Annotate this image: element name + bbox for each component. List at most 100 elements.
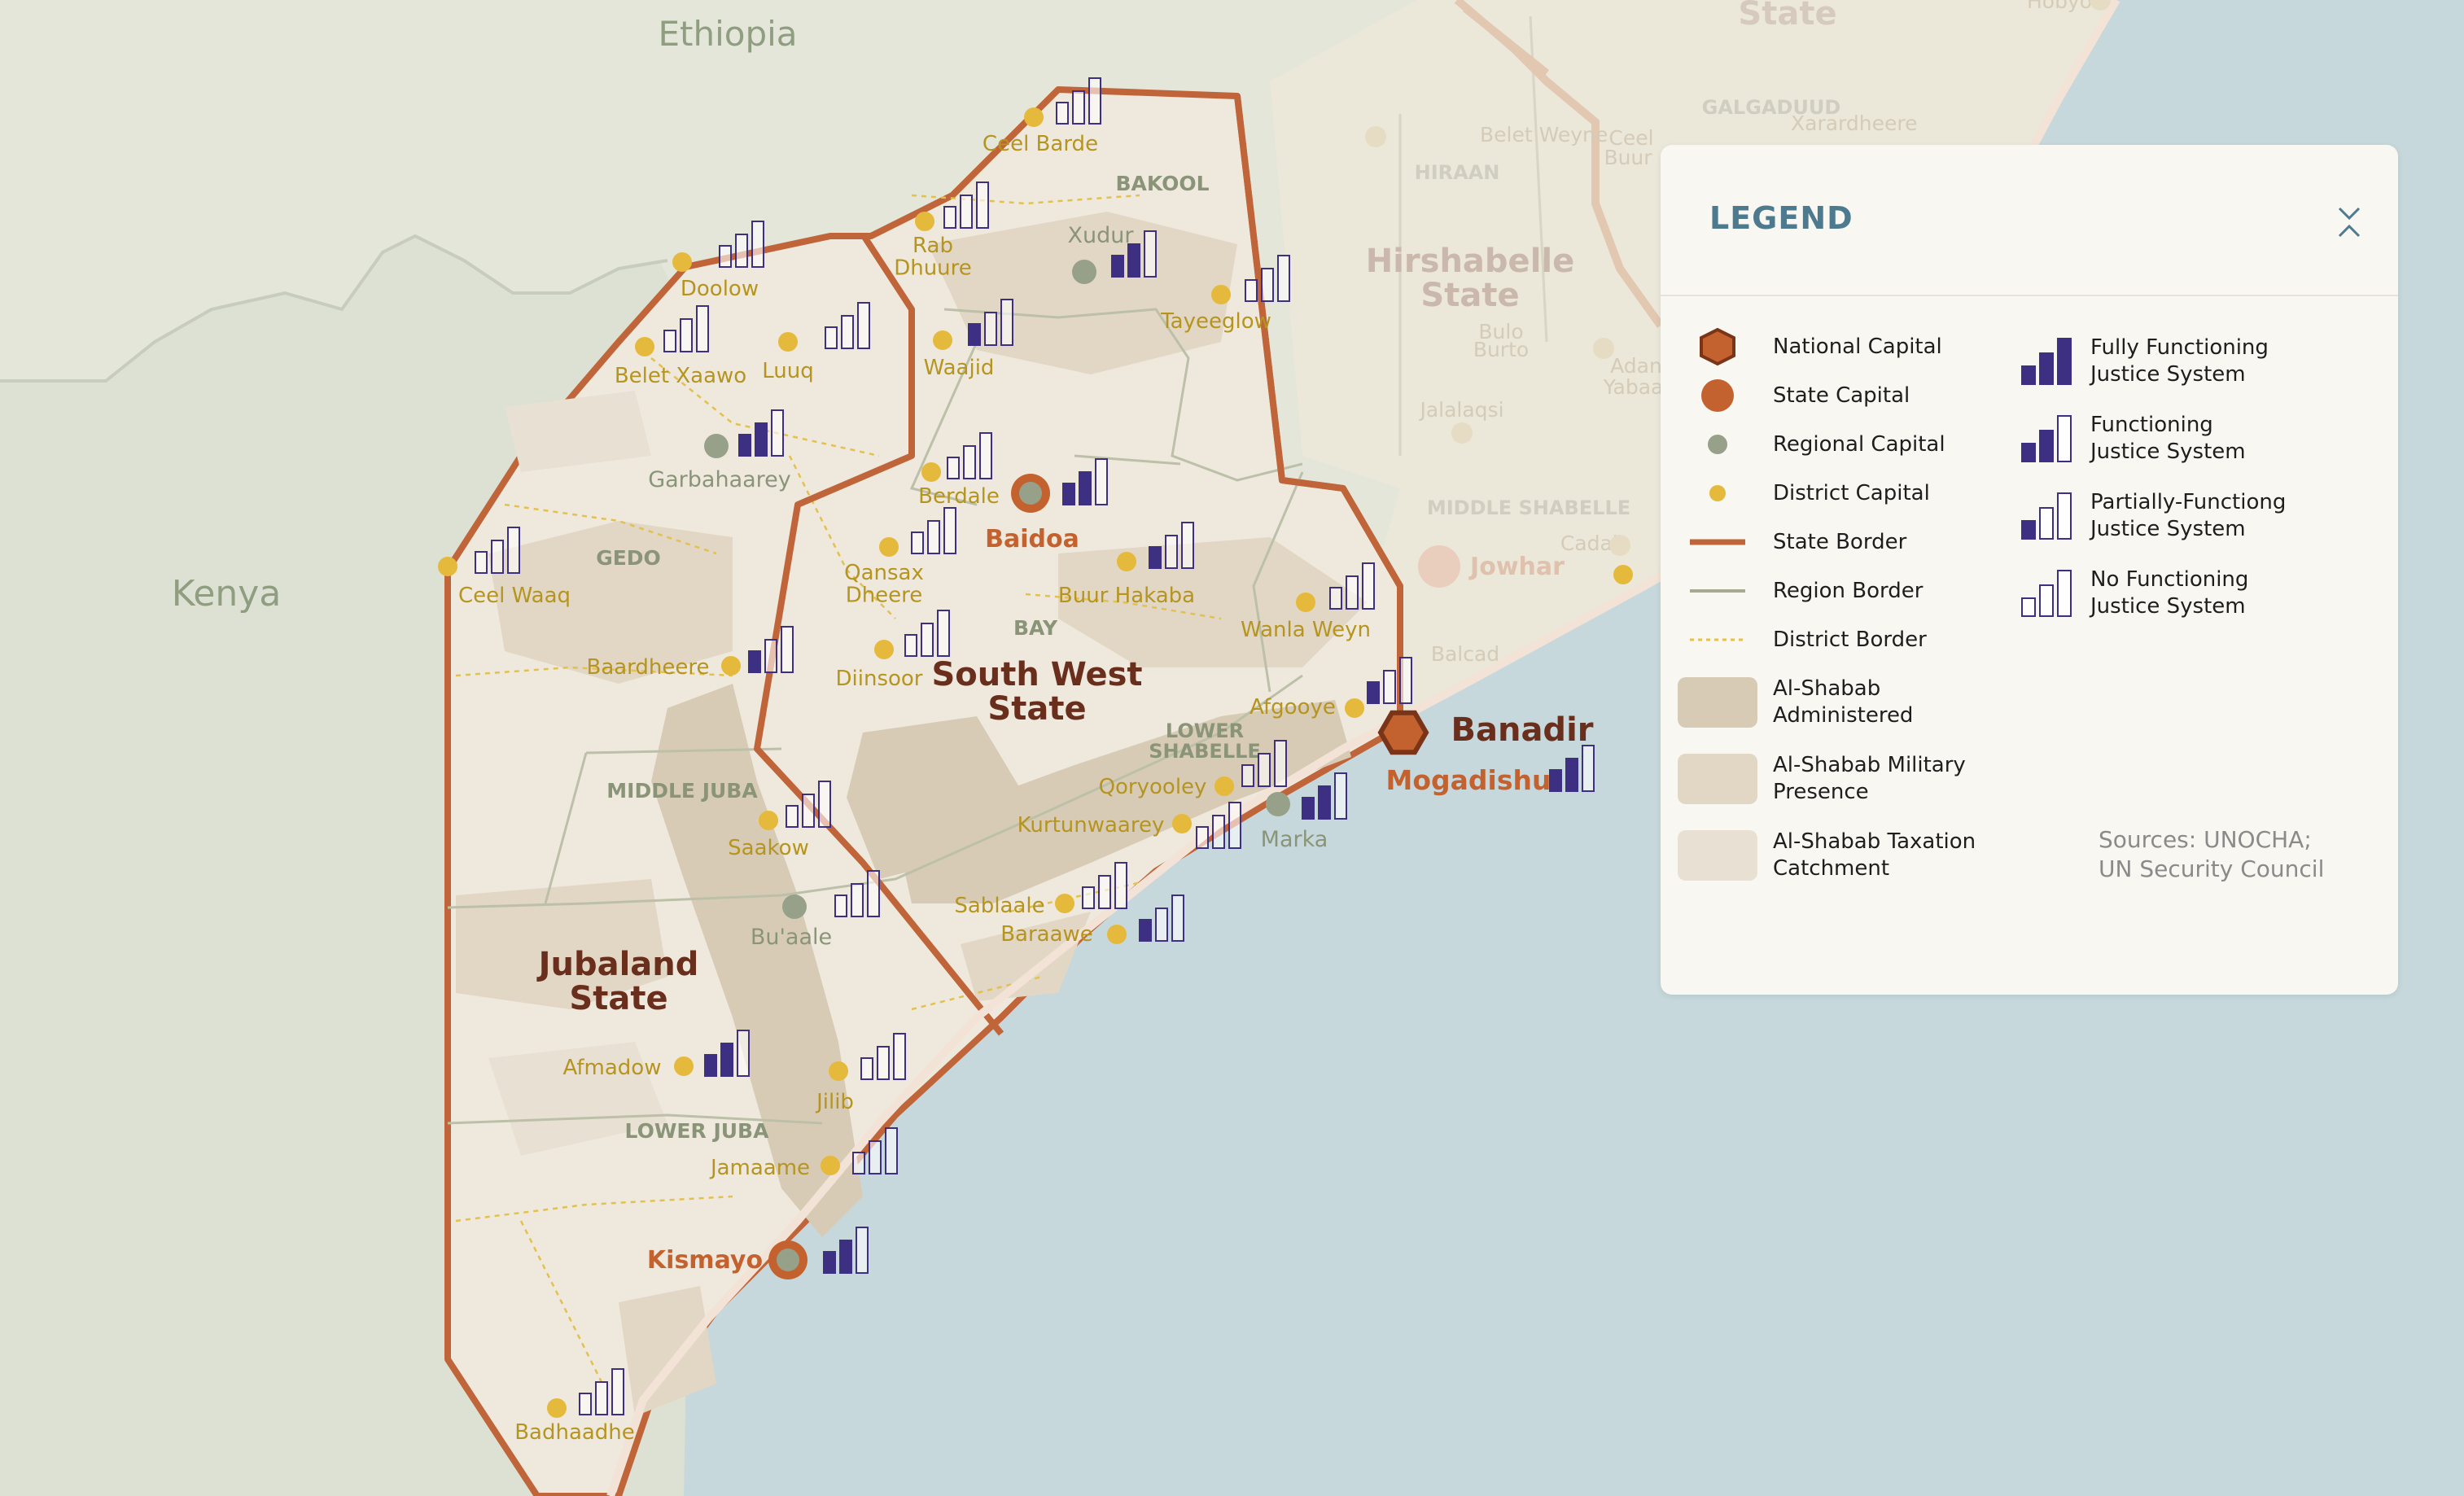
district-capital-dot-ceel_waaq[interactable] bbox=[438, 557, 457, 576]
legend-label: Al-Shabab Taxation Catchment bbox=[1773, 829, 1976, 881]
justice-bar bbox=[1549, 769, 1562, 792]
state-capital-kismayo-label: Kismayo bbox=[647, 1246, 763, 1275]
district-capital-dot-tayeeglow[interactable] bbox=[1211, 285, 1231, 304]
justice-bar bbox=[1127, 243, 1140, 278]
region-hiraan-label: HIRAAN bbox=[1415, 161, 1500, 184]
district-capital-dot-baardheere[interactable] bbox=[721, 656, 741, 676]
justice-bar bbox=[1302, 797, 1315, 820]
justice-bar bbox=[839, 1240, 852, 1274]
district-capital-dot-jamaame[interactable] bbox=[821, 1156, 840, 1175]
faded-place-label: Buur bbox=[1604, 146, 1652, 169]
legend-row-al-shabab-military: Al-Shabab Military Presence bbox=[1677, 741, 1976, 817]
justice-bar bbox=[1082, 886, 1095, 909]
regional-capital-dot bbox=[1019, 482, 1042, 505]
district-capital-dot-diinsoor[interactable] bbox=[874, 640, 894, 659]
justice-bar bbox=[877, 1046, 890, 1080]
district-capital-dot-doolow[interactable] bbox=[672, 252, 692, 272]
faded-state-capital-label: Jowhar bbox=[1468, 553, 1565, 581]
justice-bar bbox=[1098, 875, 1111, 909]
justice-bar bbox=[1079, 471, 1092, 505]
national-capital-mogadishu-marker[interactable] bbox=[1377, 710, 1429, 755]
regional-capital-label: Marka bbox=[1261, 827, 1328, 852]
district-capital-dot-badhaadhe[interactable] bbox=[547, 1398, 567, 1418]
state-south-west-label-line-2: State bbox=[987, 690, 1086, 728]
legend-row-state-border: State Border bbox=[1677, 518, 1976, 566]
region-lower-shabelle-label-line-2: SHABELLE bbox=[1149, 740, 1261, 763]
district-label-saakow: Saakow bbox=[728, 836, 809, 860]
justice-bar bbox=[1000, 299, 1013, 346]
justice-bar bbox=[1212, 815, 1225, 849]
district-capital-dot-sablaale[interactable] bbox=[1055, 894, 1074, 913]
justice-bar bbox=[1399, 657, 1412, 704]
justice-bar bbox=[696, 305, 709, 352]
justice-bar bbox=[1144, 230, 1157, 278]
district-capital-dot-wanla_weyn[interactable] bbox=[1296, 593, 1315, 612]
regional-capital-dot[interactable] bbox=[704, 434, 729, 458]
regional-capital-label: Bu'aale bbox=[751, 925, 832, 950]
district-capital-dot-rab_dhuure[interactable] bbox=[915, 212, 934, 231]
legend-row-functioning: Functioning Justice System bbox=[2019, 400, 2286, 477]
fully-functioning-icon bbox=[2021, 337, 2072, 385]
legend-label: Partially-Functiong Justice System bbox=[2090, 489, 2287, 541]
state-jubaland-label-line-2: State bbox=[569, 980, 667, 1017]
district-capital-dot-luuq[interactable] bbox=[778, 332, 798, 352]
justice-bar bbox=[764, 639, 777, 673]
district-capital-dot-afgooye[interactable] bbox=[1345, 698, 1364, 718]
state-top-partial-label: State bbox=[1738, 0, 1836, 33]
district-label-qansax_dheere-line-1: Qansax bbox=[844, 561, 924, 585]
legend-label: No Functioning Justice System bbox=[2090, 566, 2249, 619]
justice-bar bbox=[834, 895, 847, 917]
justice-bar bbox=[1346, 575, 1359, 610]
regional-capital-dot[interactable] bbox=[1072, 260, 1096, 284]
district-label-luuq: Luuq bbox=[762, 359, 814, 383]
state-south-west-label-line-1: South West bbox=[931, 656, 1142, 693]
district-capital-dot-buur_hakaba[interactable] bbox=[1117, 552, 1136, 571]
faded-place-label: Jalalaqsi bbox=[1418, 398, 1503, 422]
justice-bar bbox=[720, 1043, 733, 1077]
justice-bar bbox=[663, 330, 676, 352]
justice-bar bbox=[927, 520, 940, 554]
collapse-chevron-icon[interactable] bbox=[2333, 202, 2366, 243]
justice-bar bbox=[818, 781, 831, 828]
district-label-doolow: Doolow bbox=[681, 277, 759, 301]
district-label-badhaadhe: Badhaadhe bbox=[514, 1420, 635, 1445]
justice-bar bbox=[1155, 908, 1168, 942]
justice-bar bbox=[1062, 483, 1075, 505]
district-capital-dot-belet_xaawo[interactable] bbox=[635, 337, 654, 357]
district-capital-dot-saakow[interactable] bbox=[759, 811, 778, 830]
justice-bar bbox=[1056, 102, 1069, 125]
district-capital-dot-qoryooley[interactable] bbox=[1214, 776, 1234, 796]
justice-bar bbox=[852, 1152, 865, 1174]
justice-bar bbox=[960, 195, 973, 229]
justice-bar bbox=[595, 1381, 608, 1415]
justice-bar bbox=[856, 1227, 869, 1274]
district-capital-dot-jilib[interactable] bbox=[829, 1061, 848, 1081]
regional-capital-label: Xudur bbox=[1068, 223, 1135, 248]
justice-bar bbox=[491, 540, 504, 574]
district-label-qoryooley: Qoryooley bbox=[1099, 775, 1207, 799]
justice-bar bbox=[1088, 77, 1101, 125]
district-border-icon bbox=[1690, 638, 1745, 641]
district-capital-dot-afmadow[interactable] bbox=[674, 1056, 694, 1076]
legend-row-al-shabab-administered: Al-Shabab Administered bbox=[1677, 664, 1976, 741]
national-capital-icon bbox=[1700, 327, 1735, 366]
district-capital-dot-kurtunwaarey[interactable] bbox=[1172, 814, 1192, 833]
district-capital-dot-qansax_dheere[interactable] bbox=[879, 537, 899, 557]
regional-capital-dot[interactable] bbox=[1266, 792, 1290, 816]
justice-bar bbox=[771, 409, 784, 457]
district-capital-dot-berdale[interactable] bbox=[921, 462, 941, 482]
district-capital-dot-baraawe[interactable] bbox=[1107, 925, 1127, 944]
district-capital-dot-waajid[interactable] bbox=[933, 330, 952, 350]
district-capital-dot-ceel_barde[interactable] bbox=[1024, 107, 1044, 127]
justice-bar bbox=[1181, 522, 1194, 569]
faded-place-dot bbox=[1365, 126, 1386, 147]
justice-bar bbox=[867, 870, 880, 917]
district-label-jamaame: Jamaame bbox=[709, 1156, 810, 1180]
legend-label: State Border bbox=[1773, 529, 1907, 554]
regional-capital-dot[interactable] bbox=[782, 895, 807, 919]
justice-bar bbox=[786, 805, 799, 828]
justice-bar bbox=[979, 432, 992, 479]
district-label-waajid: Waajid bbox=[924, 356, 995, 380]
legend-row-fully-functioning: Fully Functioning Justice System bbox=[2019, 322, 2286, 400]
justice-bar bbox=[943, 507, 956, 554]
